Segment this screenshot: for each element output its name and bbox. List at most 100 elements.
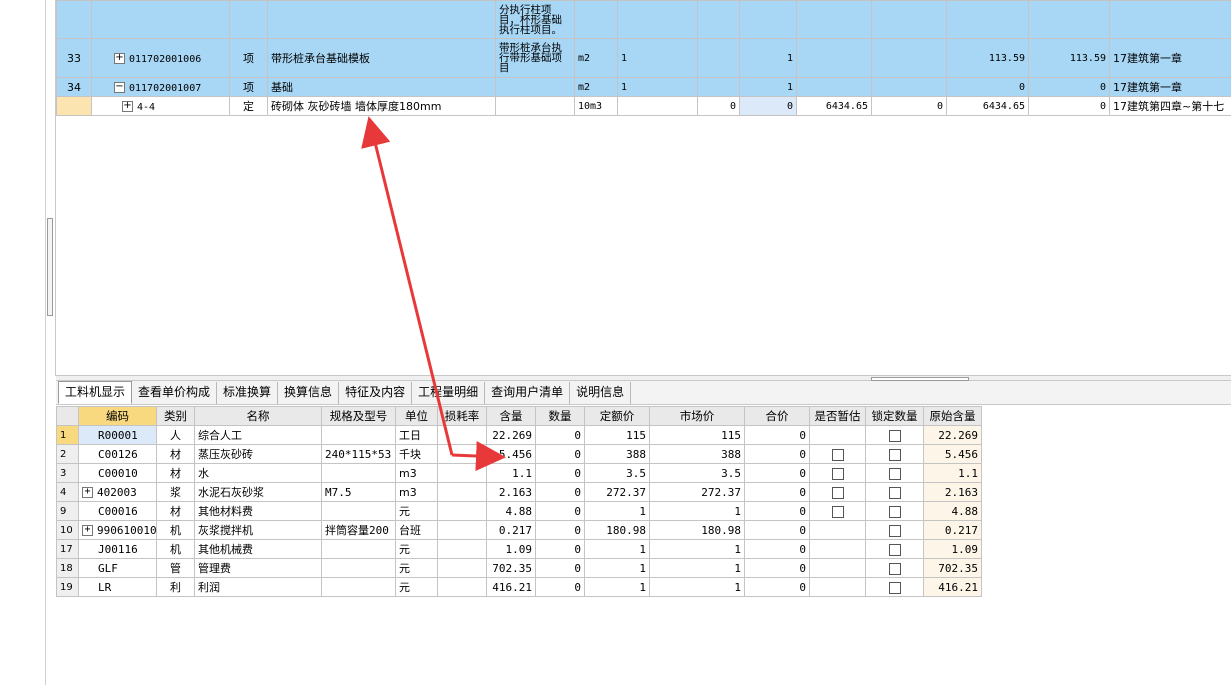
- item-cell-c9[interactable]: [796, 77, 872, 97]
- expand-icon[interactable]: +: [122, 101, 133, 112]
- item-cell-c9[interactable]: [796, 38, 872, 78]
- tab-6[interactable]: 查询用户清单: [485, 382, 571, 404]
- item-cell-c9[interactable]: [796, 0, 872, 39]
- item-cell-unit[interactable]: 10m3: [574, 96, 618, 116]
- item-cell-c13[interactable]: [1109, 0, 1231, 39]
- column-header[interactable]: 锁定数量: [865, 406, 924, 426]
- resource-total[interactable]: 0: [744, 425, 810, 445]
- item-cell-c12[interactable]: 0: [1028, 77, 1110, 97]
- item-cell-c7[interactable]: [697, 0, 740, 39]
- resource-quota-price[interactable]: 1: [584, 558, 650, 578]
- item-row[interactable]: 34−011702001007 项基础 m2 1 1 0 0 17建筑第一章: [56, 77, 1231, 97]
- item-cell-c11[interactable]: [946, 0, 1029, 39]
- item-cell-rownum[interactable]: 33: [56, 38, 92, 78]
- row-number[interactable]: 17: [56, 539, 79, 559]
- row-number[interactable]: 9: [56, 501, 79, 521]
- resource-spec[interactable]: 240*115*53: [321, 444, 396, 464]
- resource-name[interactable]: 利润: [194, 577, 322, 597]
- resource-category[interactable]: 机: [156, 539, 195, 559]
- resource-row[interactable]: 18 GLF 管管理费元 702.35 0 1 1 0 702.35: [56, 558, 982, 578]
- column-header[interactable]: [56, 406, 79, 426]
- lock-quantity-cell[interactable]: [865, 444, 924, 464]
- item-cell-rownum[interactable]: [56, 0, 92, 39]
- item-cell-feature[interactable]: [495, 96, 575, 116]
- lock-quantity-checkbox[interactable]: [888, 467, 901, 480]
- lock-quantity-cell[interactable]: [865, 482, 924, 502]
- item-cell-expr[interactable]: [617, 0, 698, 39]
- item-cell-c8[interactable]: [739, 0, 797, 39]
- resource-row[interactable]: 2 C00126 材蒸压灰砂砖 240*115*53 千块 5.456 0 388 388 0 5.…: [56, 444, 982, 464]
- tab-7[interactable]: 说明信息: [570, 382, 632, 404]
- resource-spec[interactable]: [321, 558, 396, 578]
- item-cell-feature[interactable]: 带形桩承台执行带形基础项目: [495, 38, 575, 78]
- item-cell-unit[interactable]: m2: [574, 77, 618, 97]
- resource-row[interactable]: 1 R00001 人综合人工 工日 22.269 0 115 115 0 22.269: [56, 425, 982, 445]
- resource-loss-rate[interactable]: [437, 482, 487, 502]
- lock-quantity-cell[interactable]: [865, 558, 924, 578]
- resource-original-content[interactable]: 702.35: [923, 558, 982, 578]
- column-header[interactable]: 市场价: [649, 406, 745, 426]
- column-header[interactable]: 是否暂估: [809, 406, 866, 426]
- column-header[interactable]: 合价: [744, 406, 810, 426]
- resource-original-content[interactable]: 22.269: [923, 425, 982, 445]
- resource-loss-rate[interactable]: [437, 539, 487, 559]
- item-row[interactable]: 33 +011702001006 项带形桩承台基础模板 带形桩承台执行带形基础项目 m2…: [56, 38, 1231, 78]
- item-cell-c7[interactable]: 0: [697, 96, 740, 116]
- item-row[interactable]: 分执行柱项目，杯形基础执行柱项目。: [56, 0, 1231, 39]
- resource-original-content[interactable]: 1.09: [923, 539, 982, 559]
- resource-quota-price[interactable]: 115: [584, 425, 650, 445]
- column-header[interactable]: 原始含量: [923, 406, 982, 426]
- resource-category[interactable]: 管: [156, 558, 195, 578]
- column-header[interactable]: 含量: [486, 406, 536, 426]
- is-estimate-cell[interactable]: [809, 501, 866, 521]
- resource-unit[interactable]: 台班: [395, 520, 438, 540]
- resource-content[interactable]: 1.09: [486, 539, 536, 559]
- item-cell-c8[interactable]: 0: [739, 96, 797, 116]
- resource-name[interactable]: 水: [194, 463, 322, 483]
- resource-code[interactable]: C00016: [78, 501, 157, 521]
- resource-content[interactable]: 416.21: [486, 577, 536, 597]
- resource-market-price[interactable]: 272.37: [649, 482, 745, 502]
- resource-unit[interactable]: 元: [395, 577, 438, 597]
- resource-content[interactable]: 1.1: [486, 463, 536, 483]
- item-cell-unit[interactable]: m2: [574, 38, 618, 78]
- tab-1[interactable]: 查看单价构成: [132, 382, 218, 404]
- item-cell-c12[interactable]: [1028, 0, 1110, 39]
- item-cell-feature[interactable]: 分执行柱项目，杯形基础执行柱项目。: [495, 0, 575, 39]
- column-header[interactable]: 类别: [156, 406, 195, 426]
- row-number[interactable]: 10: [56, 520, 79, 540]
- resource-code[interactable]: J00116: [78, 539, 157, 559]
- resource-spec[interactable]: [321, 501, 396, 521]
- resource-name[interactable]: 其他材料费: [194, 501, 322, 521]
- item-cell-type[interactable]: 项: [229, 77, 268, 97]
- resource-market-price[interactable]: 1: [649, 539, 745, 559]
- item-cell-code[interactable]: +4-4: [91, 96, 230, 116]
- item-cell-expr[interactable]: 1: [617, 38, 698, 78]
- is-estimate-cell[interactable]: [809, 463, 866, 483]
- resource-market-price[interactable]: 3.5: [649, 463, 745, 483]
- column-header[interactable]: 规格及型号: [321, 406, 396, 426]
- tab-4[interactable]: 特征及内容: [339, 382, 413, 404]
- resource-original-content[interactable]: 5.456: [923, 444, 982, 464]
- resource-spec[interactable]: [321, 577, 396, 597]
- column-header[interactable]: 定额价: [584, 406, 650, 426]
- resource-quota-price[interactable]: 1: [584, 539, 650, 559]
- item-cell-type[interactable]: [229, 0, 268, 39]
- resource-row[interactable]: 9 C00016 材其他材料费元 4.88 0 1 1 0 4.88: [56, 501, 982, 521]
- resource-loss-rate[interactable]: [437, 577, 487, 597]
- resource-quantity[interactable]: 0: [535, 539, 585, 559]
- resource-row[interactable]: 19 LR 利利润元 416.21 0 1 1 0 416.21: [56, 577, 982, 597]
- row-number[interactable]: 3: [56, 463, 79, 483]
- item-cell-name[interactable]: 砖砌体 灰砂砖墙 墙体厚度180mm: [267, 96, 496, 116]
- item-cell-c11[interactable]: 113.59: [946, 38, 1029, 78]
- resource-category[interactable]: 材: [156, 444, 195, 464]
- resource-unit[interactable]: 元: [395, 539, 438, 559]
- resource-total[interactable]: 0: [744, 539, 810, 559]
- resource-name[interactable]: 管理费: [194, 558, 322, 578]
- item-cell-c12[interactable]: 0: [1028, 96, 1110, 116]
- column-header[interactable]: 编码: [78, 406, 157, 426]
- resource-code[interactable]: +402003: [78, 482, 157, 502]
- item-cell-rownum[interactable]: 34: [56, 77, 92, 97]
- lock-quantity-cell[interactable]: [865, 520, 924, 540]
- lock-quantity-checkbox[interactable]: [888, 562, 901, 575]
